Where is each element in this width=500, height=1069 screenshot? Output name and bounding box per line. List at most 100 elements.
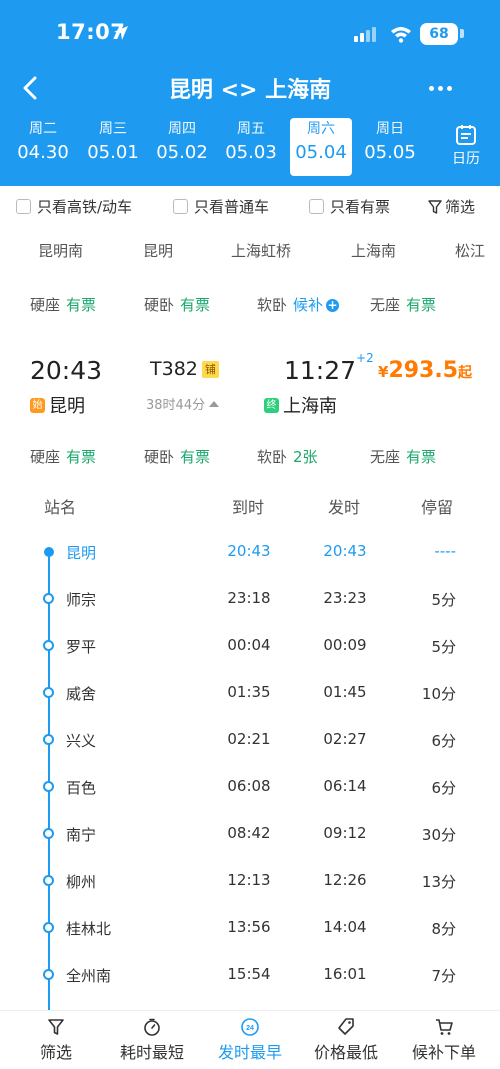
calendar-button[interactable]: 日历 (440, 122, 492, 174)
stop-arrive: 00:04 (227, 636, 271, 654)
stop-name: 百色 (66, 779, 97, 797)
station-chip[interactable]: 昆明 (143, 240, 173, 261)
high-speed-only-checkbox[interactable]: 只看高铁/动车 (16, 196, 132, 217)
seat-name: 硬座 (30, 296, 61, 314)
chevron-left-icon (23, 76, 37, 100)
date-item[interactable]: 周三 05.01 (82, 118, 144, 176)
arrival-time: 11:27+2 (284, 351, 374, 385)
seat-name: 软卧 (257, 448, 288, 466)
page-title: 昆明 <> 上海南 (168, 78, 332, 103)
tab-earliest-departure[interactable]: 24 发时最早 (202, 1017, 298, 1063)
checkbox-label: 只看普通车 (194, 198, 270, 216)
stop-dot (43, 828, 54, 839)
seat-status: 有票 (406, 448, 437, 466)
stop-name: 柳州 (66, 873, 97, 891)
date-item[interactable]: 周日 05.05 (359, 118, 421, 176)
stop-row: 柳州 12:13 12:26 13分 (0, 866, 500, 896)
normal-train-only-checkbox[interactable]: 只看普通车 (173, 196, 269, 217)
tab-label: 筛选 (39, 1043, 72, 1062)
stop-depart: 12:26 (323, 871, 367, 889)
date-weekday: 周六 (307, 121, 335, 137)
stop-depart: 09:12 (323, 824, 367, 842)
tab-label: 候补下单 (411, 1043, 476, 1062)
seat-summary-row: 硬座 有票 硬卧 有票 软卧 候补 + 无座 有票 (0, 290, 500, 320)
date-weekday: 周四 (168, 121, 196, 137)
seat-name: 无座 (370, 296, 401, 314)
checkbox-box (16, 199, 31, 214)
date-weekday: 周日 (376, 121, 404, 137)
stop-stay: 7分 (431, 967, 456, 985)
price-currency: ¥ (378, 363, 389, 381)
seat-name: 无座 (370, 448, 401, 466)
seat-name: 硬卧 (144, 448, 175, 466)
station-chip[interactable]: 上海虹桥 (231, 240, 291, 261)
tab-waitlist-order[interactable]: 候补下单 (396, 1017, 492, 1063)
seat-status: 有票 (180, 296, 211, 314)
duration-toggle[interactable]: 38时44分 (146, 394, 220, 413)
stop-dot (43, 875, 54, 886)
train-number-text: T382 (150, 358, 198, 380)
date-item[interactable]: 周四 05.02 (151, 118, 213, 176)
seat-hard-seat[interactable]: 硬座 有票 (30, 446, 96, 467)
stop-row: 兴义 02:21 02:27 6分 (0, 725, 500, 755)
date-item-selected[interactable]: 周六 05.04 (290, 118, 352, 176)
stop-depart: 14:04 (323, 918, 367, 936)
stop-name: 罗平 (66, 638, 97, 656)
clock-24-icon: 24 (241, 1018, 259, 1036)
seat-no-seat[interactable]: 无座 有票 (370, 446, 436, 467)
date-strip: 周二 04.30 周三 05.01 周四 05.02 周五 05.03 周六 0… (0, 114, 500, 180)
station-chip[interactable]: 松江 (455, 240, 485, 261)
location-arrow-icon (114, 26, 128, 40)
stop-stay: 6分 (431, 732, 456, 750)
stop-arrive: 20:43 (227, 542, 271, 560)
filter-icon (428, 199, 442, 214)
seat-hard-sleeper[interactable]: 硬卧 有票 (144, 446, 210, 467)
stop-arrive: 01:35 (227, 683, 271, 701)
stop-row: 昆明 20:43 20:43 ---- (0, 537, 500, 567)
back-button[interactable] (14, 70, 46, 106)
stop-dot (43, 687, 54, 698)
seat-soft-sleeper[interactable]: 软卧 候补 + (257, 294, 340, 315)
stop-depart: 00:09 (323, 636, 367, 654)
stop-stay: 30分 (421, 826, 456, 844)
stop-row: 全州南 15:54 16:01 7分 (0, 960, 500, 990)
stop-name: 南宁 (66, 826, 97, 844)
date-item[interactable]: 周五 05.03 (220, 118, 282, 176)
battery-indicator: 68 (420, 23, 458, 45)
stop-depart: 23:23 (323, 589, 367, 607)
price-suffix: 起 (458, 365, 473, 381)
stop-row: 师宗 23:18 23:23 5分 (0, 584, 500, 614)
departure-station: 始 昆明 (30, 392, 85, 418)
train-card[interactable]: 20:43 始 昆明 T382 铺 38时44分 11:27+2 终 上海南 ¥… (0, 346, 500, 426)
stop-depart: 01:45 (323, 683, 367, 701)
filter-row: 只看高铁/动车 只看普通车 只看有票 筛选 (0, 186, 500, 226)
duration-text: 38时44分 (146, 398, 206, 413)
seat-status: 有票 (180, 448, 211, 466)
stop-depart: 16:01 (323, 965, 367, 983)
timer-icon (144, 1018, 160, 1036)
date-weekday: 周五 (237, 121, 265, 137)
available-only-checkbox[interactable]: 只看有票 (309, 196, 390, 217)
tab-shortest-duration[interactable]: 耗时最短 (104, 1017, 200, 1063)
stop-arrive: 08:42 (227, 824, 271, 842)
stop-stay: 5分 (431, 638, 456, 656)
seat-name: 硬卧 (144, 296, 175, 314)
date-value: 05.01 (87, 142, 139, 163)
date-item[interactable]: 周二 04.30 (12, 118, 74, 176)
stop-row: 百色 06:08 06:14 6分 (0, 772, 500, 802)
battery-tip (460, 29, 464, 38)
stop-dot (43, 640, 54, 651)
tab-lowest-price[interactable]: 价格最低 (298, 1017, 394, 1063)
station-chip[interactable]: 昆明南 (38, 240, 83, 261)
tab-filter[interactable]: 筛选 (8, 1017, 104, 1063)
seat-soft-sleeper[interactable]: 软卧 2张 (257, 446, 318, 467)
header-station: 站名 (44, 498, 77, 517)
stop-stay: 8分 (431, 920, 456, 938)
stop-stay: ---- (434, 542, 456, 560)
station-chip[interactable]: 上海南 (351, 240, 396, 261)
add-waitlist-icon[interactable]: + (326, 299, 340, 312)
stop-stay: 10分 (421, 685, 456, 703)
date-weekday: 周二 (29, 121, 57, 137)
filter-button[interactable]: 筛选 (428, 196, 475, 217)
more-options-button[interactable] (420, 76, 460, 100)
